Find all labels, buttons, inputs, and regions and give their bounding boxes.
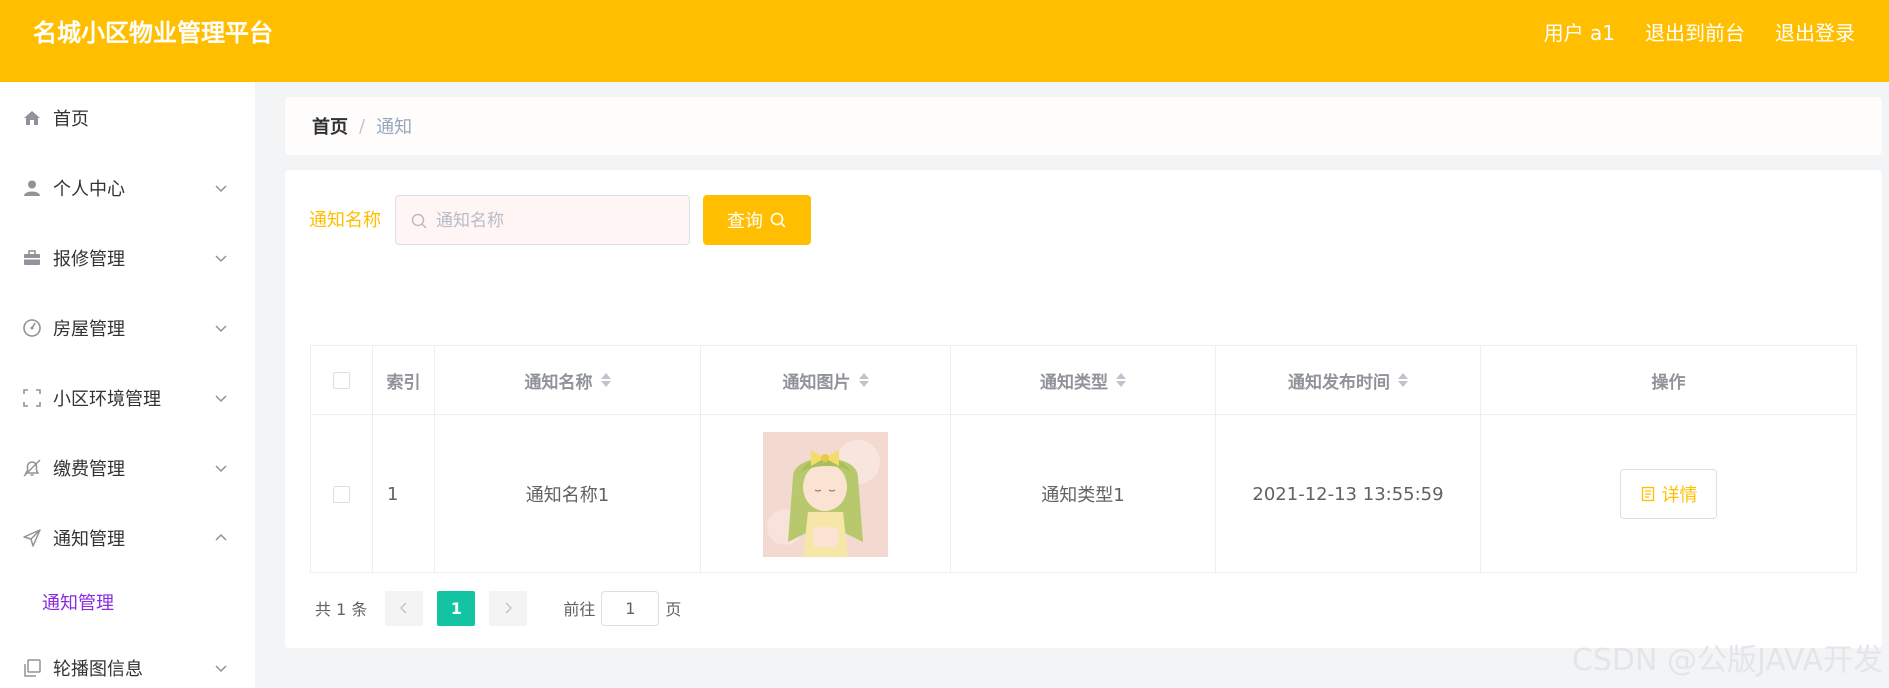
sidebar-item-label: 轮播图信息	[53, 659, 143, 680]
column-header-type[interactable]: 通知类型	[951, 346, 1216, 415]
sidebar-item-payment[interactable]: 缴费管理	[0, 446, 255, 490]
app-title: 名城小区物业管理平台	[33, 19, 273, 47]
search-icon	[770, 212, 786, 228]
sort-icon[interactable]	[1116, 372, 1126, 388]
page-suffix-label: 页	[665, 600, 682, 619]
sidebar-subitem-label: 通知管理	[42, 593, 114, 614]
breadcrumb-current: 通知	[376, 117, 413, 138]
table-cell-image	[701, 415, 951, 573]
sidebar-item-environment[interactable]: 小区环境管理	[0, 376, 255, 420]
top-header: 名城小区物业管理平台 用户 a1 退出到前台 退出登录	[0, 0, 1889, 82]
header-select-all-cell	[311, 346, 373, 415]
sidebar-item-profile[interactable]: 个人中心	[0, 166, 255, 210]
select-all-checkbox[interactable]	[333, 371, 350, 389]
sort-icon[interactable]	[1398, 372, 1408, 388]
copy-icon	[22, 658, 42, 678]
home-icon	[22, 108, 42, 128]
sidebar-item-label: 报修管理	[53, 249, 125, 270]
user-icon	[22, 178, 42, 198]
briefcase-icon	[22, 248, 42, 268]
column-header-label: 通知名称	[524, 372, 593, 393]
sidebar-item-notice[interactable]: 通知管理	[0, 516, 255, 560]
exit-front-link[interactable]: 退出到前台	[1645, 18, 1745, 48]
send-icon	[22, 528, 42, 548]
sidebar-subitem-notice-management[interactable]: 通知管理	[0, 580, 255, 624]
search-field[interactable]	[395, 195, 690, 245]
row-select-cell	[311, 415, 373, 573]
chevron-right-icon	[505, 602, 513, 614]
column-header-image[interactable]: 通知图片	[701, 346, 951, 415]
search-label: 通知名称	[309, 210, 381, 231]
notice-type: 通知类型1	[1041, 485, 1125, 506]
chevron-down-icon	[214, 251, 228, 265]
column-header-label: 通知发布时间	[1288, 372, 1390, 393]
chevron-down-icon	[214, 181, 228, 195]
sidebar-item-label: 通知管理	[53, 529, 125, 550]
column-header-label: 通知图片	[782, 372, 851, 393]
notice-table: 索引 通知名称 通知图片 通知类型 通知发布时间 操作 1 通知名称1 通知类型…	[310, 345, 1857, 573]
chevron-down-icon	[214, 391, 228, 405]
search-button[interactable]: 查询	[703, 195, 811, 245]
sidebar-item-house[interactable]: 房屋管理	[0, 306, 255, 350]
column-header-label: 操作	[1651, 372, 1686, 393]
sort-icon[interactable]	[600, 372, 611, 388]
search-icon	[410, 212, 428, 230]
next-page-button[interactable]	[489, 590, 528, 626]
watermark-text: CSDN @公版JAVA开发	[1571, 643, 1883, 678]
notice-name: 通知名称1	[525, 485, 610, 506]
logout-link[interactable]: 退出登录	[1775, 18, 1855, 48]
breadcrumb: 首页 / 通知	[285, 97, 1882, 155]
sidebar-item-label: 缴费管理	[53, 459, 125, 480]
sidebar-item-home[interactable]: 首页	[0, 96, 255, 140]
chevron-down-icon	[214, 461, 228, 475]
column-header-index: 索引	[373, 346, 435, 415]
table-cell-type: 通知类型1	[951, 415, 1216, 573]
notice-time: 2021-12-13 13:55:59	[1252, 483, 1444, 505]
goto-page-input[interactable]	[601, 590, 660, 626]
fullscreen-icon	[22, 388, 42, 408]
bell-off-icon	[22, 458, 42, 478]
header-links: 用户 a1 退出到前台 退出登录	[1544, 18, 1855, 48]
sort-icon[interactable]	[858, 372, 869, 388]
column-header-label: 通知类型	[1040, 372, 1108, 393]
breadcrumb-home[interactable]: 首页	[312, 113, 348, 139]
notice-thumbnail-image[interactable]	[763, 431, 888, 557]
detail-button[interactable]: 详情	[1620, 469, 1717, 519]
prev-page-button[interactable]	[385, 590, 424, 626]
search-input[interactable]	[434, 208, 679, 234]
sidebar: 首页 个人中心 报修管理 房屋管理 小区环境管理 缴费管理 通知管理 通知管理 …	[0, 82, 255, 688]
column-header-time[interactable]: 通知发布时间	[1216, 346, 1481, 415]
row-checkbox[interactable]	[333, 485, 350, 503]
chevron-down-icon	[214, 661, 228, 675]
document-icon	[1641, 486, 1654, 502]
chevron-left-icon	[400, 602, 407, 614]
breadcrumb-separator: /	[359, 115, 366, 137]
content-card: 通知名称 查询 索引 通知名称 通知图片 通知类型 通知发布时间	[285, 170, 1882, 648]
user-link[interactable]: 用户 a1	[1544, 18, 1615, 48]
chevron-down-icon	[214, 321, 228, 335]
chevron-up-icon	[214, 531, 228, 545]
detail-button-label: 详情	[1661, 485, 1698, 506]
sidebar-item-carousel[interactable]: 轮播图信息	[0, 646, 255, 688]
goto-label: 前往	[563, 600, 596, 619]
table-cell-name: 通知名称1	[435, 415, 701, 573]
index-value: 1	[387, 483, 399, 505]
sidebar-item-label: 首页	[53, 109, 89, 130]
table-cell-time: 2021-12-13 13:55:59	[1216, 415, 1481, 573]
sidebar-item-label: 房屋管理	[53, 319, 125, 340]
dashboard-icon	[22, 318, 42, 338]
sidebar-item-repair[interactable]: 报修管理	[0, 236, 255, 280]
pagination-total: 共 1 条	[315, 600, 368, 619]
pagination: 共 1 条 1 前往 页	[315, 590, 681, 626]
table-cell-index: 1	[373, 415, 435, 573]
column-header-name[interactable]: 通知名称	[435, 346, 701, 415]
table-cell-actions: 详情	[1481, 415, 1856, 573]
column-header-actions: 操作	[1481, 346, 1856, 415]
sidebar-item-label: 小区环境管理	[53, 389, 161, 410]
column-header-label: 索引	[386, 372, 421, 393]
sidebar-item-label: 个人中心	[53, 179, 125, 200]
page-number-current[interactable]: 1	[437, 590, 476, 626]
search-button-label: 查询	[727, 211, 763, 232]
